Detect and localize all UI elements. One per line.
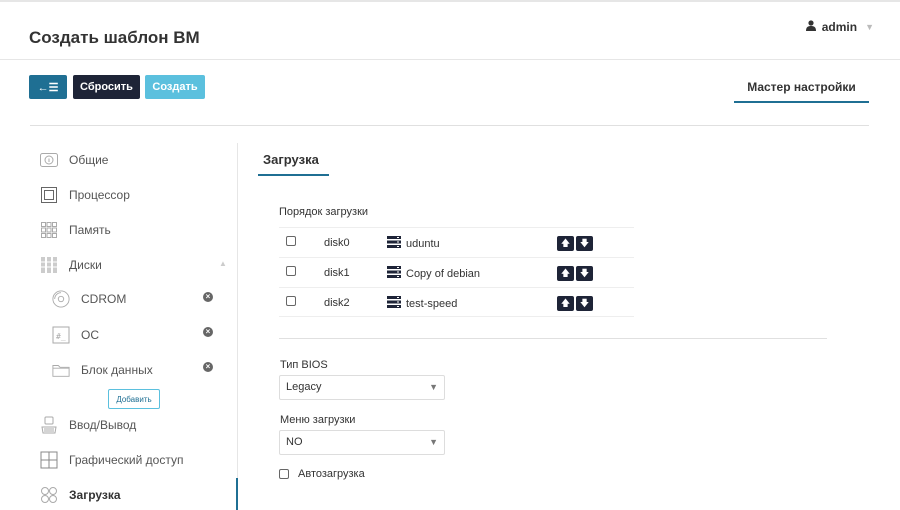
header-divider (0, 59, 900, 60)
row-checkbox[interactable] (286, 266, 296, 276)
chevron-down-icon: ▼ (429, 382, 438, 392)
table-row: disk1 Copy of debian 🡅 🡇 (279, 257, 634, 287)
sidebar-item-label: Графический доступ (69, 453, 184, 467)
row-checkbox[interactable] (286, 236, 296, 246)
sidebar-item-label: Диски (69, 258, 102, 272)
create-button[interactable]: Создать (145, 75, 205, 99)
chevron-up-icon[interactable]: ▲ (219, 259, 227, 268)
arrow-up-icon[interactable]: 🡅 (557, 266, 574, 281)
disk-name: test-speed (406, 297, 458, 310)
sidebar-item-label: Общие (69, 153, 109, 167)
boot-menu-label: Меню загрузки (280, 414, 356, 426)
section-title: Загрузка (258, 152, 329, 176)
arrow-down-icon[interactable]: 🡇 (576, 296, 593, 311)
table-row: disk0 uduntu 🡅 🡇 (279, 227, 634, 257)
boot-menu-select[interactable]: NO ▼ (279, 430, 445, 455)
section-divider (279, 338, 827, 339)
cdrom-icon (52, 290, 70, 308)
folder-icon (52, 361, 70, 379)
bios-type-select[interactable]: Legacy ▼ (279, 375, 445, 400)
page-title: Создать шаблон ВМ (29, 28, 200, 47)
svg-text:#_: #_ (56, 332, 66, 341)
arrow-down-icon[interactable]: 🡇 (576, 266, 593, 281)
sidebar-item-disks[interactable]: Диски (40, 256, 102, 274)
boot-order-label: Порядок загрузки (279, 206, 369, 218)
cpu-icon (40, 186, 58, 204)
disk-name: uduntu (406, 237, 440, 250)
sidebar-item-label: Память (69, 223, 111, 237)
sidebar-item-memory[interactable]: Память (40, 221, 111, 239)
sidebar-item-cpu[interactable]: Процессор (40, 186, 130, 204)
autoload-checkbox[interactable] (279, 469, 289, 479)
disk-icon (387, 266, 401, 281)
device-name: disk2 (324, 297, 350, 309)
arrow-down-icon[interactable]: 🡇 (576, 236, 593, 251)
user-icon (805, 20, 816, 34)
sidebar-item-label: Ввод/Вывод (69, 418, 137, 432)
row-checkbox[interactable] (286, 296, 296, 306)
sidebar-item-datablock[interactable]: Блок данных (52, 361, 153, 379)
remove-cdrom-icon[interactable]: × (203, 292, 213, 302)
info-icon (40, 151, 58, 169)
reset-button[interactable]: Сбросить (73, 75, 140, 99)
chevron-down-icon: ▼ (865, 22, 874, 32)
bios-type-value: Legacy (286, 381, 322, 393)
disk-name: Copy of debian (406, 267, 480, 280)
bios-type-label: Тип BIOS (280, 359, 328, 371)
wizard-tab[interactable]: Мастер настройки (734, 72, 869, 103)
remove-os-icon[interactable]: × (203, 327, 213, 337)
boot-icon (40, 486, 58, 504)
chevron-down-icon: ▼ (429, 437, 438, 447)
autoload-label: Автозагрузка (298, 468, 365, 480)
user-menu[interactable]: admin ▼ (805, 20, 874, 34)
sidebar-item-graphics[interactable]: Графический доступ (40, 451, 183, 469)
device-name: disk1 (324, 267, 350, 279)
os-icon: #_ (52, 326, 70, 344)
autoload-option[interactable]: Автозагрузка (279, 468, 365, 480)
top-border (0, 0, 900, 2)
sidebar-item-label: Процессор (69, 188, 130, 202)
memory-icon (40, 221, 58, 239)
arrow-up-icon[interactable]: 🡅 (557, 236, 574, 251)
sidebar-item-cdrom[interactable]: CDROM (52, 290, 126, 308)
sidebar-item-label: CDROM (81, 292, 127, 306)
back-to-list-button[interactable]: ←☰ (29, 75, 67, 99)
add-disk-button[interactable]: Добавить (108, 389, 160, 409)
sidebar-item-label: Блок данных (81, 363, 153, 377)
sidebar-item-boot[interactable]: Загрузка (40, 486, 121, 504)
boot-order-table: disk0 uduntu 🡅 🡇 disk1 Copy of debian 🡅 … (279, 227, 634, 317)
disk-icon (387, 236, 401, 251)
disks-icon (40, 256, 58, 274)
sidebar-active-indicator (236, 478, 238, 510)
sidebar-item-os[interactable]: #_ ОС (52, 326, 99, 344)
sidebar-item-general[interactable]: Общие (40, 151, 108, 169)
boot-menu-value: NO (286, 436, 303, 448)
sidebar-divider (237, 143, 238, 510)
remove-datablock-icon[interactable]: × (203, 362, 213, 372)
arrow-up-icon[interactable]: 🡅 (557, 296, 574, 311)
graphics-icon (40, 451, 58, 469)
sidebar-item-label: ОС (81, 328, 99, 342)
device-name: disk0 (324, 237, 350, 249)
sidebar-item-label: Загрузка (69, 488, 121, 502)
io-icon (40, 416, 58, 434)
table-row: disk2 test-speed 🡅 🡇 (279, 287, 634, 317)
sidebar-item-io[interactable]: Ввод/Вывод (40, 416, 136, 434)
toolbar-divider (30, 125, 869, 126)
user-name: admin (821, 20, 858, 34)
disk-icon (387, 296, 401, 311)
